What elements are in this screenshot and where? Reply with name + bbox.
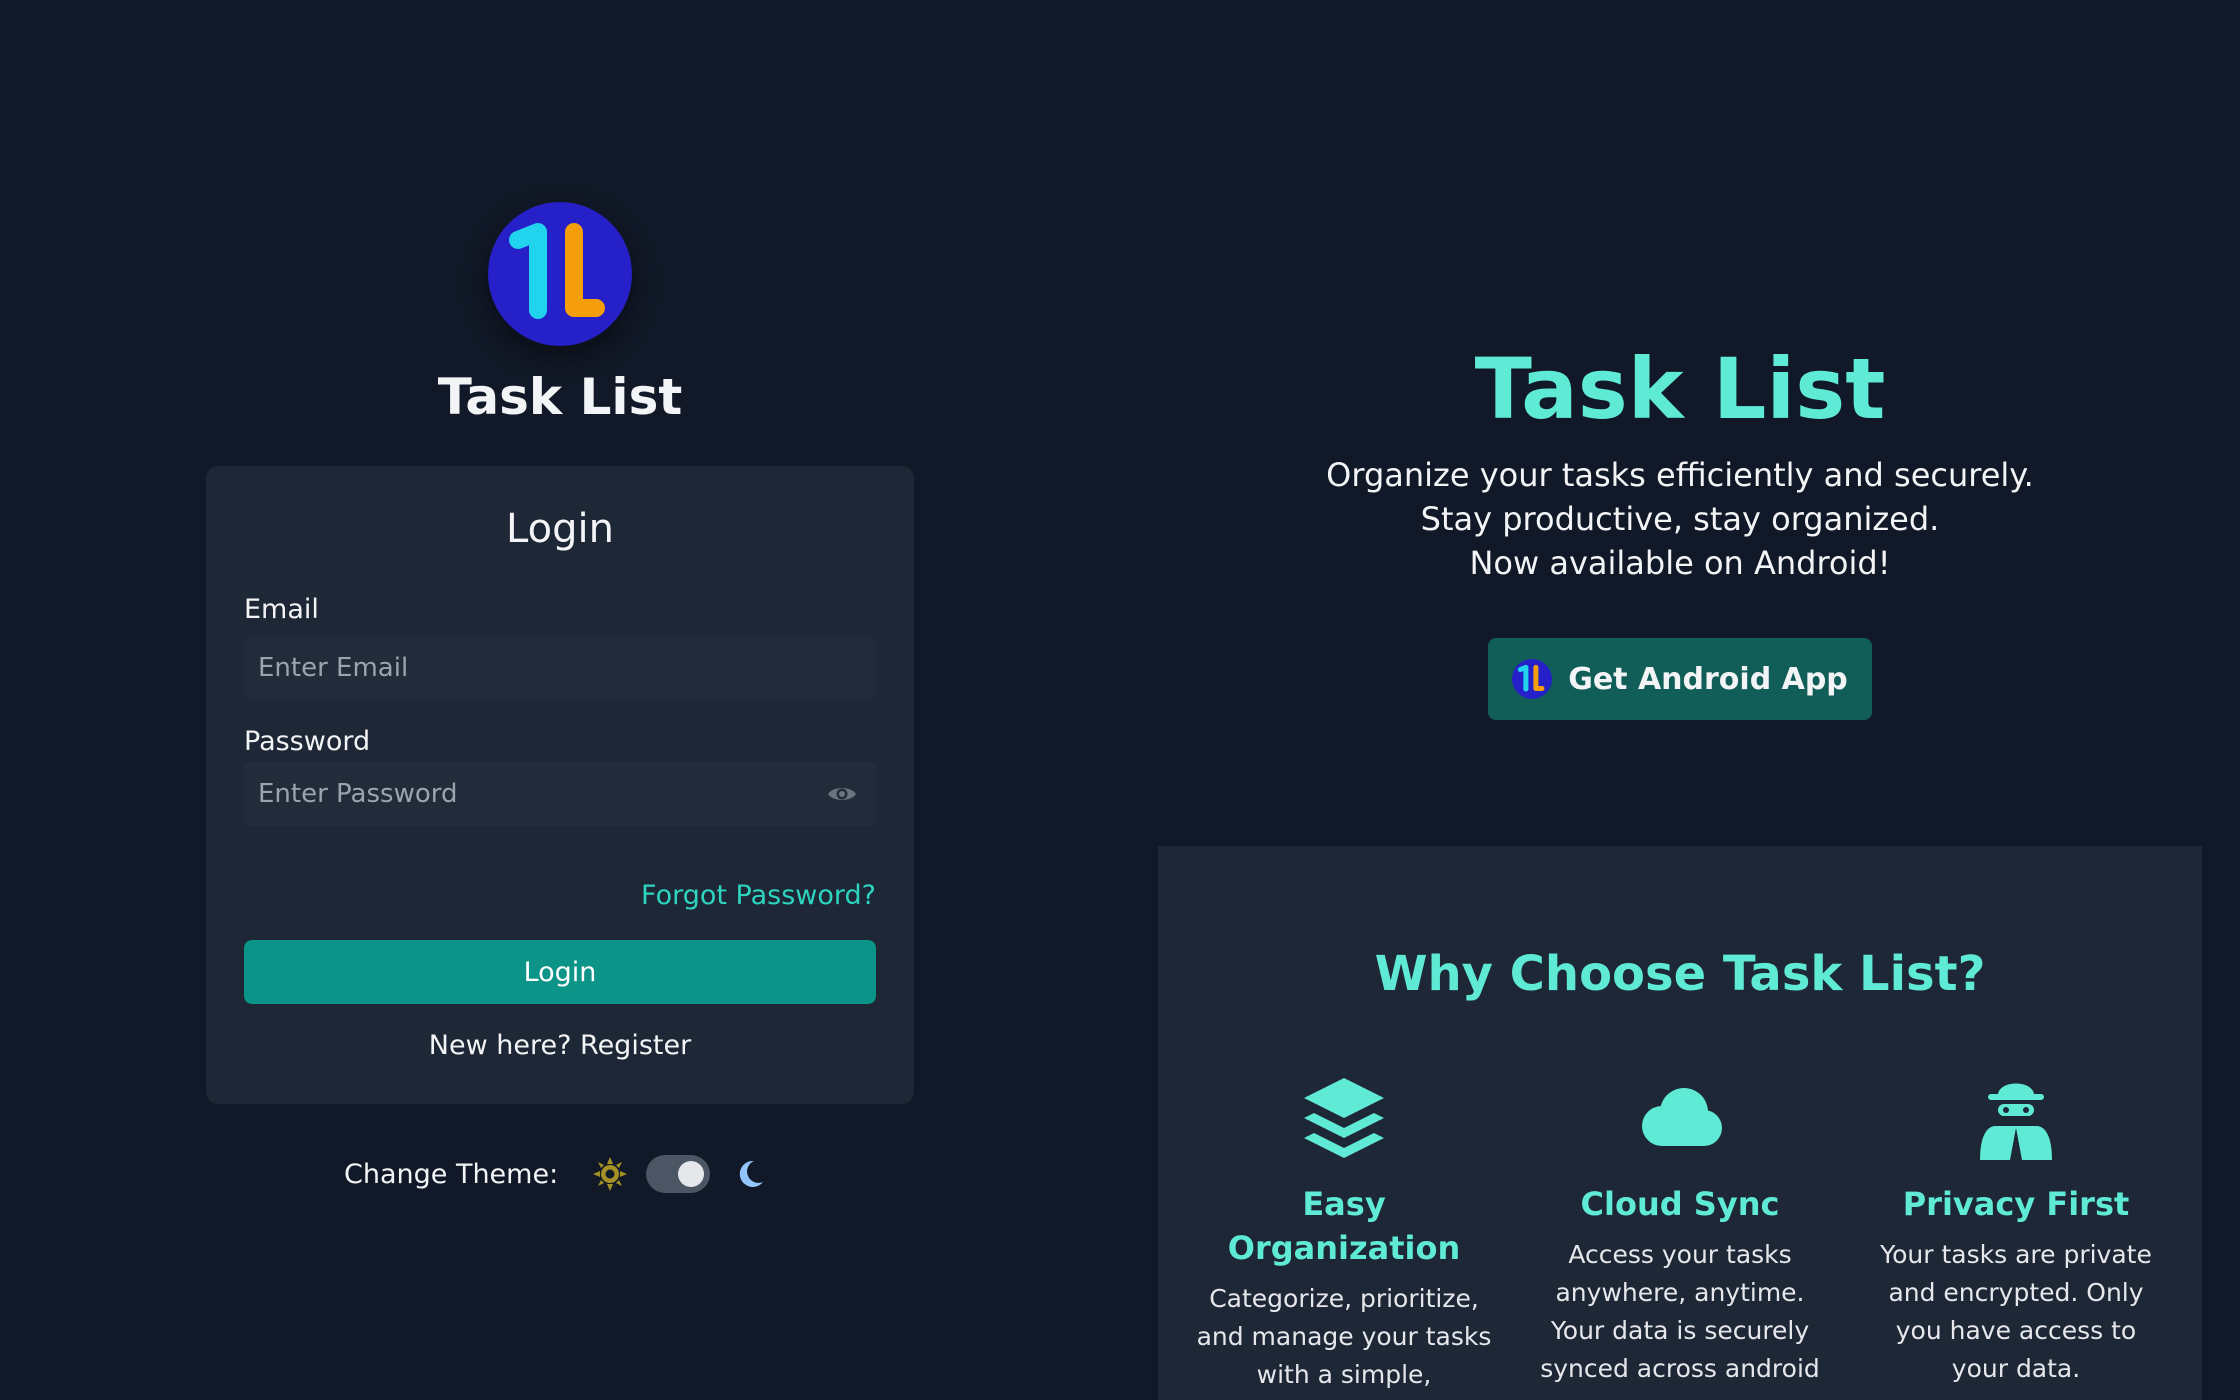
feature-title: Privacy First (1902, 1185, 2130, 1223)
layers-icon (1304, 1078, 1384, 1158)
hero-line: Stay productive, stay organized. (1420, 500, 1940, 538)
feature-title: Easy Organization (1227, 1185, 1461, 1267)
get-android-app-button[interactable]: Get Android App (1488, 638, 1872, 720)
theme-label: Change Theme: (344, 1158, 559, 1190)
feature-description: Access your tasks anywhere, anytime. You… (1540, 1240, 1820, 1383)
password-label: Password (244, 726, 371, 757)
password-placeholder: Enter Password (258, 779, 458, 809)
login-card: Login Email Enter Email Password Enter P… (206, 466, 914, 1104)
password-field[interactable]: Enter Password (244, 762, 876, 826)
hero-line: Organize your tasks efficiently and secu… (1326, 456, 2034, 494)
feature-description: Categorize, prioritize, and manage your … (1196, 1284, 1492, 1389)
promo-column: Task List Organize your tasks efficientl… (1120, 0, 2240, 1400)
feature-card: Cloud Sync Access your tasks anywhere, a… (1530, 1076, 1830, 1388)
theme-switcher: Change Theme: (344, 1152, 766, 1196)
login-title: Login (506, 506, 614, 552)
feature-card: Privacy First Your tasks are private and… (1866, 1076, 2166, 1388)
toggle-knob (678, 1161, 705, 1187)
sun-icon (593, 1157, 628, 1191)
features-section: Why Choose Task List? Easy Organization … (1158, 846, 2202, 1400)
feature-title: Cloud Sync (1580, 1185, 1780, 1223)
theme-toggle[interactable] (646, 1155, 711, 1193)
email-label: Email (244, 594, 319, 625)
feature-description: Your tasks are private and encrypted. On… (1880, 1240, 2152, 1383)
hero-title: Task List (1474, 340, 1886, 438)
register-link[interactable]: New here? Register (206, 1030, 914, 1061)
login-column: Task List Login Email Enter Email Passwo… (0, 0, 1120, 1400)
task-list-logo-icon (488, 202, 632, 346)
moon-icon (739, 1160, 764, 1187)
page: Task List Login Email Enter Email Passwo… (0, 0, 2240, 1400)
forgot-password-link[interactable]: Forgot Password? (641, 880, 876, 911)
email-placeholder: Enter Email (258, 653, 409, 683)
login-button[interactable]: Login (244, 940, 876, 1004)
feature-card: Easy Organization Categorize, prioritize… (1194, 1076, 1494, 1394)
cloud-icon (1642, 1088, 1722, 1146)
spy-icon (1980, 1083, 2052, 1160)
task-list-logo-icon (1512, 659, 1553, 699)
android-button-label: Get Android App (1568, 661, 1848, 697)
app-title: Task List (437, 368, 683, 426)
eye-icon[interactable] (826, 778, 858, 810)
hero-line: Now available on Android! (1469, 544, 1891, 582)
email-field[interactable]: Enter Email (244, 636, 876, 700)
features-title: Why Choose Task List? (1374, 946, 1986, 1002)
